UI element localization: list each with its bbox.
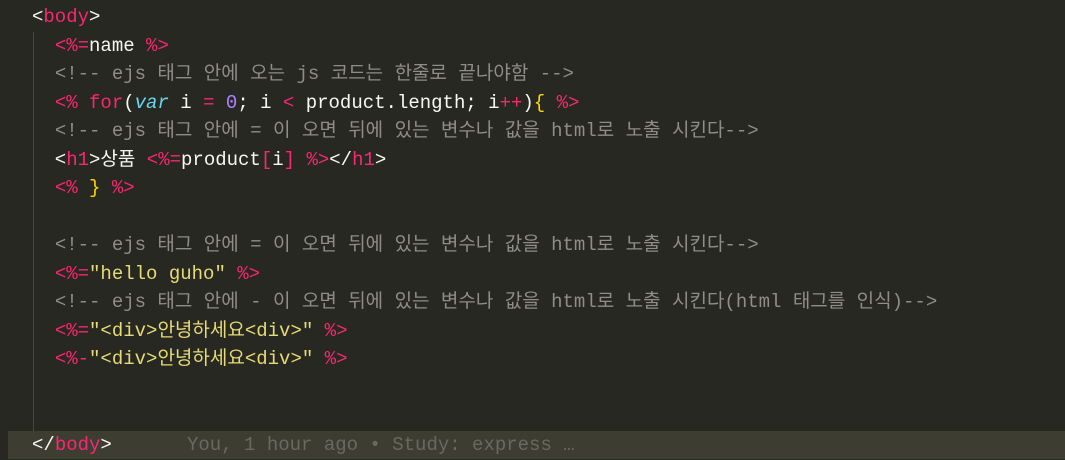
code-token-tag: <%=	[54, 34, 90, 57]
code-line[interactable]: <%-"<div>안녕하세요<div>" %>	[8, 345, 1065, 374]
code-token-tag: %>	[324, 348, 348, 370]
code-line[interactable]: <%="hello guho" %>	[8, 260, 1065, 289]
code-token-tag: h1	[352, 148, 375, 171]
code-token-comment: <!-- ejs 태그 안에 = 이 오면 뒤에 있는 변수나 값을 html로…	[54, 120, 759, 142]
code-token-plain: (	[123, 91, 135, 114]
code-token-plain: )	[522, 91, 534, 114]
code-line[interactable]	[8, 374, 1065, 403]
code-token-plain: >	[89, 6, 101, 28]
code-token-keyword: <	[282, 91, 295, 114]
code-token-plain: <	[32, 6, 44, 28]
code-token-tag: body	[54, 433, 101, 456]
code-token-string: "<div>안녕하세요<div>"	[89, 319, 314, 342]
code-token-storage: var	[134, 91, 169, 114]
code-token-keyword: ++	[499, 91, 523, 114]
code-line[interactable]: <!-- ejs 태그 안에 = 이 오면 뒤에 있는 변수나 값을 html로…	[8, 117, 1065, 146]
code-token-comment: <!-- ejs 태그 안에 오는 js 코드는 한줄로 끝나야함 -->	[54, 63, 574, 85]
code-token-tag: <%=	[54, 319, 90, 342]
code-line[interactable]: <!-- ejs 태그 안에 = 이 오면 뒤에 있는 변수나 값을 html로…	[8, 231, 1065, 260]
code-line[interactable]: <% for(var i = 0; i < product.length; i+…	[8, 89, 1065, 118]
code-token-tag: %>	[556, 91, 580, 114]
code-token-plain: >상품	[89, 148, 147, 171]
code-token-tag: %>	[146, 34, 169, 57]
code-token-tag: <%-	[54, 348, 90, 370]
code-line[interactable]: <%="<div>안녕하세요<div>" %>	[8, 317, 1065, 346]
code-token-plain: >	[100, 433, 112, 456]
code-token-string: "<div>안녕하세요<div>"	[89, 348, 314, 370]
code-token-tag: %>	[306, 148, 330, 171]
code-token-tag: %>	[111, 177, 135, 199]
code-token-number: 0	[225, 91, 238, 114]
code-token-plain: <	[32, 148, 67, 171]
code-token-plain: i	[272, 148, 284, 171]
code-token-plain: name	[89, 34, 147, 57]
code-token-keyword: for	[89, 91, 124, 114]
code-token-tag: <%=	[146, 148, 182, 171]
code-token-brace: {	[533, 91, 546, 114]
code-line[interactable]: <!-- ejs 태그 안에 오는 js 코드는 한줄로 끝나야함 -->	[8, 60, 1065, 89]
code-token-plain: i	[168, 91, 204, 114]
code-line[interactable]	[8, 203, 1065, 232]
code-token-keyword: =	[203, 91, 215, 114]
code-token-tag: %>	[324, 319, 348, 342]
code-token-plain: </	[32, 433, 55, 456]
code-token-tag: h1	[66, 148, 90, 171]
code-line[interactable]	[8, 402, 1065, 431]
code-token-string: "hello guho"	[89, 262, 226, 285]
code-line[interactable]: <body>	[8, 3, 1065, 32]
code-line[interactable]: <h1>상품 <%=product[i] %></h1>	[8, 146, 1065, 175]
code-token-plain: product.length; i	[294, 91, 500, 114]
code-token-comment: <!-- ejs 태그 안에 - 이 오면 뒤에 있는 변수나 값을 html로…	[54, 291, 938, 313]
code-token-tag: <%=	[54, 262, 90, 285]
code-line-current[interactable]: </body> You, 1 hour ago • Study: express …	[8, 430, 1065, 460]
code-editor[interactable]: <body> <%=name %> <!-- ejs 태그 안에 오는 js 코…	[0, 3, 1065, 460]
code-token-tag: body	[43, 6, 90, 28]
code-token-comment: <!-- ejs 태그 안에 = 이 오면 뒤에 있는 변수나 값을 html로…	[54, 234, 759, 256]
code-token-plain: >	[374, 148, 387, 171]
code-token-keyword: [	[260, 148, 273, 171]
code-line[interactable]: <%=name %>	[8, 32, 1065, 61]
indent-guide	[33, 31, 34, 431]
code-token-plain: </	[329, 148, 353, 171]
code-token-tag: <%	[54, 91, 78, 114]
code-token-brace: }	[89, 177, 101, 199]
git-blame-annotation[interactable]: You, 1 hour ago • Study: express …	[187, 431, 575, 460]
code-line[interactable]: <!-- ejs 태그 안에 - 이 오면 뒤에 있는 변수나 값을 html로…	[8, 288, 1065, 317]
code-token-tag: <%	[54, 177, 78, 199]
code-token-plain: product	[181, 148, 261, 171]
code-line[interactable]: <% } %>	[8, 174, 1065, 203]
code-token-keyword: ]	[283, 148, 296, 171]
code-token-tag: %>	[237, 262, 261, 285]
code-token-plain: ; i	[237, 91, 283, 114]
